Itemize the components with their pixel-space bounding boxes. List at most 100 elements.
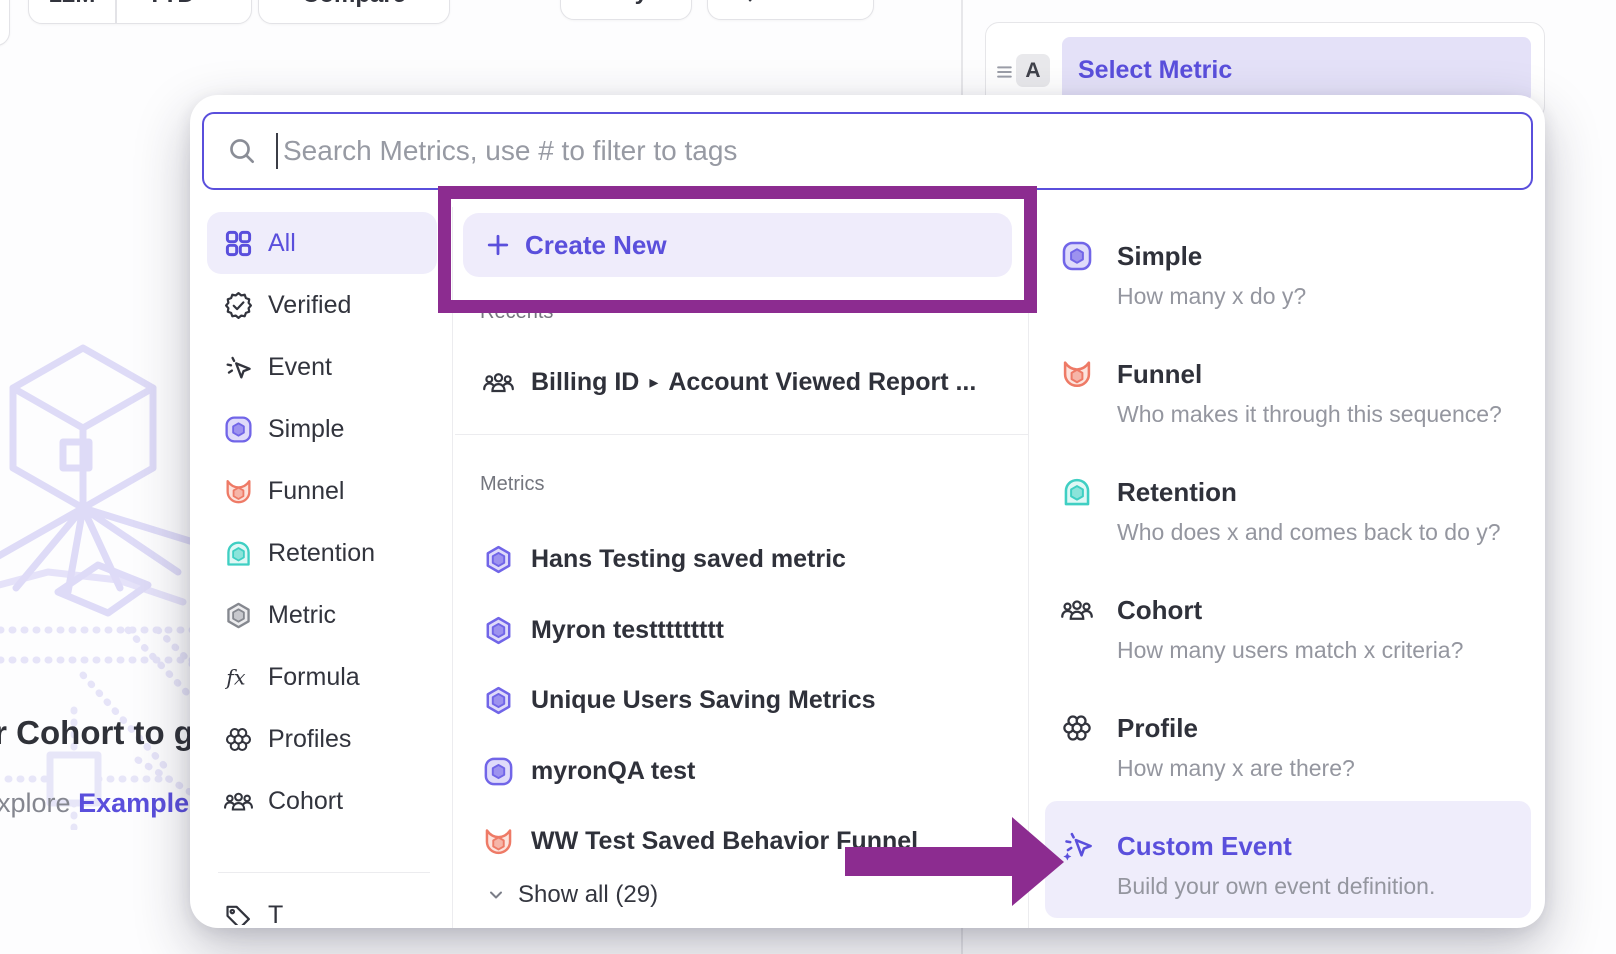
type-description: How many users match x criteria? (1117, 637, 1463, 664)
compare-label: Compare (302, 0, 406, 9)
category-retention[interactable]: Retention (207, 522, 437, 584)
metric-list-item[interactable]: Unique Users Saving Metrics (482, 675, 1022, 725)
category-label: Retention (268, 539, 375, 568)
sidebar-divider (218, 872, 430, 873)
clipped-item-label: T (268, 901, 283, 925)
profiles-cluster-icon (1060, 711, 1094, 745)
category-label: Event (268, 353, 332, 382)
type-title: Custom Event (1117, 831, 1292, 862)
cohort-people-icon (1060, 593, 1094, 627)
chevron-down-icon (484, 883, 508, 907)
simple-metric-icon (1060, 239, 1094, 273)
search-icon (226, 135, 258, 167)
type-description: Who makes it through this sequence? (1117, 401, 1502, 428)
chevron-down-icon (203, 0, 221, 4)
line-chart-icon (746, 0, 774, 6)
create-new-button[interactable]: Create New (463, 213, 1012, 277)
range-12m-button[interactable]: 12M (29, 0, 115, 23)
funnel-icon (482, 825, 515, 858)
metric-list-item[interactable]: Myron testtttttttt (482, 605, 1022, 655)
type-title: Cohort (1117, 595, 1202, 626)
chart-type-line-button[interactable]: Line (707, 0, 874, 20)
metric-item-label: myronQA test (531, 757, 695, 786)
metric-item-label: Hans Testing saved metric (531, 545, 846, 574)
custom-event-cursor-icon (1060, 829, 1094, 863)
type-profile[interactable]: Profile How many x are there? (1028, 711, 1545, 801)
category-funnel[interactable]: Funnel (207, 460, 437, 522)
type-title: Retention (1117, 477, 1237, 508)
metric-list-item[interactable]: Hans Testing saved metric (482, 534, 1022, 584)
compare-button[interactable]: Compare (258, 0, 450, 24)
category-simple[interactable]: Simple (207, 398, 437, 460)
type-title: Profile (1117, 713, 1198, 744)
category-profiles[interactable]: Profiles (207, 708, 437, 770)
category-formula[interactable]: Formula (207, 646, 437, 708)
category-label: Formula (268, 663, 360, 692)
category-verified[interactable]: Verified (207, 274, 437, 336)
type-title: Funnel (1117, 359, 1202, 390)
metric-hexagon-icon (223, 600, 254, 631)
type-cohort[interactable]: Cohort How many users match x criteria? (1028, 593, 1545, 683)
metric-hexagon-icon (482, 543, 515, 576)
category-event[interactable]: Event (207, 336, 437, 398)
search-input[interactable] (281, 134, 1531, 168)
select-metric-field[interactable]: Select Metric (1062, 37, 1531, 103)
type-funnel[interactable]: Funnel Who makes it through this sequenc… (1028, 357, 1545, 447)
funnel-icon (1060, 357, 1094, 391)
categories-divider (452, 207, 453, 928)
drag-handle-icon[interactable] (996, 63, 1014, 81)
metric-hexagon-icon (482, 684, 515, 717)
verified-seal-icon (223, 290, 254, 321)
recent-item-event-name: Account Viewed Report ... (668, 368, 976, 397)
line-label: Line (786, 0, 835, 6)
simple-metric-icon (223, 414, 254, 445)
range-ytd-label: YTD (147, 0, 195, 9)
show-all-toggle[interactable]: Show all (29) (484, 881, 658, 909)
create-new-label: Create New (525, 230, 667, 261)
funnel-icon (223, 476, 254, 507)
row-letter: A (1025, 59, 1040, 83)
metric-search-bar[interactable] (202, 112, 1533, 190)
background-illustration (0, 330, 203, 830)
category-all[interactable]: All (207, 212, 437, 274)
cohort-people-icon (223, 786, 254, 817)
metric-hexagon-icon (482, 614, 515, 647)
metric-list-item[interactable]: WW Test Saved Behavior Funnel (482, 816, 1022, 866)
metrics-heading: Metrics (480, 473, 544, 496)
metric-item-label: Unique Users Saving Metrics (531, 686, 876, 715)
select-metric-modal: All Verified Event Simple Funnel Retenti… (190, 95, 1545, 928)
clipped-button-fragment (0, 0, 10, 46)
type-title: Simple (1117, 241, 1202, 272)
range-ytd-button[interactable]: YTD (117, 0, 252, 23)
type-custom-event[interactable]: Custom Event Build your own event defini… (1028, 829, 1545, 919)
explore-prefix: explore (0, 788, 78, 818)
type-description: Who does x and comes back to do y? (1117, 519, 1501, 546)
event-cursor-icon (223, 352, 254, 383)
type-simple[interactable]: Simple How many x do y? (1028, 239, 1545, 329)
category-cohort[interactable]: Cohort (207, 770, 437, 832)
grid-icon (223, 228, 254, 259)
retention-icon (223, 538, 254, 569)
day-label: Day (604, 0, 648, 6)
row-letter-badge: A (1016, 54, 1050, 87)
category-label: Profiles (268, 725, 351, 754)
tag-icon (223, 901, 254, 925)
metric-list-item[interactable]: myronQA test (482, 746, 1022, 796)
type-retention[interactable]: Retention Who does x and comes back to d… (1028, 475, 1545, 565)
text-cursor (276, 133, 278, 169)
recent-item[interactable]: Billing ID ▸ Account Viewed Report ... (482, 357, 1022, 407)
empty-state-headline-fragment: or Cohort to ge (0, 714, 212, 752)
category-label: All (268, 229, 296, 258)
date-range-segmented-control[interactable]: 12M YTD (28, 0, 252, 24)
category-label: Funnel (268, 477, 344, 506)
profiles-cluster-icon (223, 724, 254, 755)
retention-icon (1060, 475, 1094, 509)
clipped-sidebar-item[interactable]: T (223, 901, 413, 925)
type-description: Build your own event definition. (1117, 873, 1435, 900)
recents-heading: Recents (480, 301, 553, 324)
granularity-day-button[interactable]: Day (560, 0, 692, 20)
category-metric[interactable]: Metric (207, 584, 437, 646)
breadcrumb-arrow: ▸ (649, 372, 658, 393)
type-description: How many x are there? (1117, 755, 1355, 782)
category-label: Verified (268, 291, 351, 320)
